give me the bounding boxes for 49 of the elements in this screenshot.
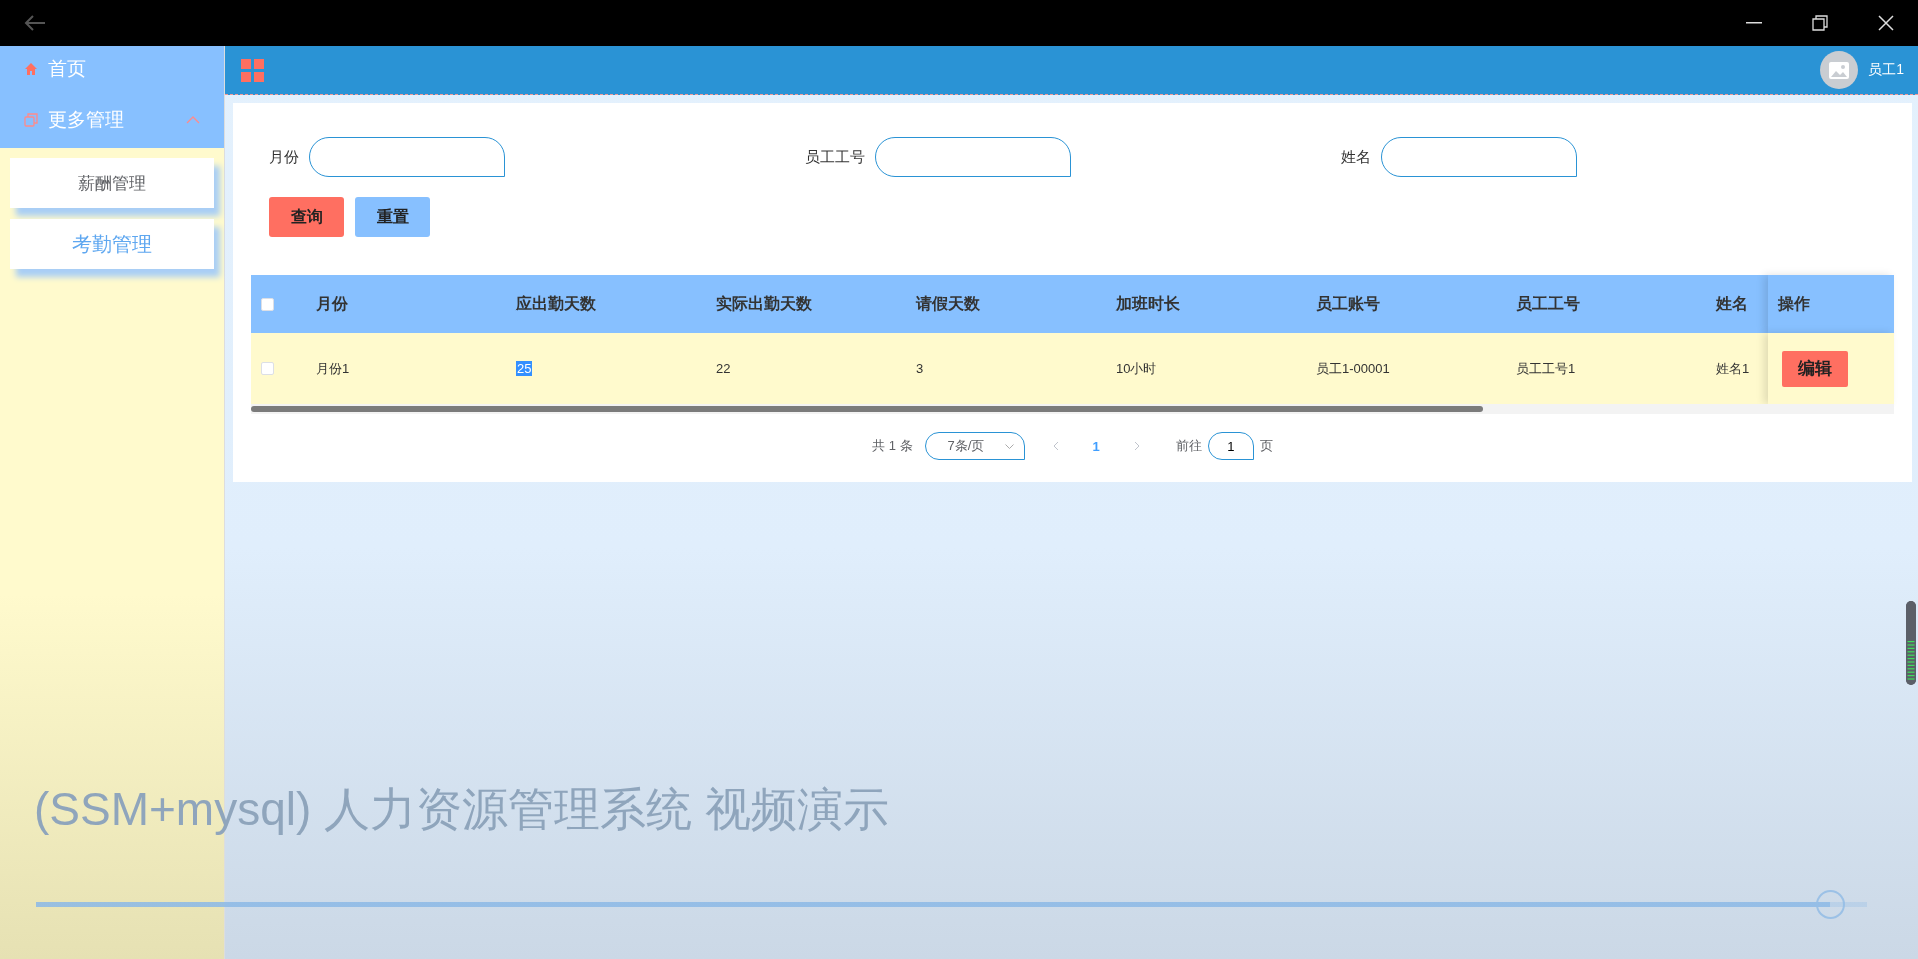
column-header: 请假天数 xyxy=(916,275,1116,333)
home-icon xyxy=(24,62,38,76)
cell-text: 月份1 xyxy=(316,359,350,378)
cell-text: 10小时 xyxy=(1116,359,1157,378)
video-title: (SSM+mysql) 人力资源管理系统 视频演示 xyxy=(34,782,889,837)
page-suffix: 页 xyxy=(1259,437,1273,455)
close-icon[interactable] xyxy=(1878,15,1894,31)
column-header: 加班时长 xyxy=(1116,275,1316,333)
next-page-icon[interactable] xyxy=(1133,441,1140,451)
copy-icon xyxy=(24,113,38,127)
search-field[interactable] xyxy=(309,137,505,177)
minimize-icon[interactable] xyxy=(1746,22,1762,24)
search-button[interactable]: 查询 xyxy=(269,197,344,237)
checkbox[interactable] xyxy=(261,297,274,311)
page-jump-field[interactable]: 1 xyxy=(1207,432,1254,460)
search-field[interactable] xyxy=(1381,137,1577,177)
column-header: 应出勤天数 xyxy=(516,275,716,333)
selected-text: 25 xyxy=(516,361,533,376)
prev-page-icon[interactable] xyxy=(1052,441,1059,451)
cell-text: 22 xyxy=(716,361,731,376)
checkbox[interactable] xyxy=(261,362,274,375)
field-label: 姓名 xyxy=(1341,147,1371,167)
progress-thumb[interactable] xyxy=(1816,890,1846,919)
back-arrow-icon[interactable] xyxy=(24,14,46,32)
field-label: 员工工号 xyxy=(805,147,865,167)
volume-meter-icon xyxy=(1906,601,1916,685)
image-icon xyxy=(1829,61,1850,79)
restore-icon[interactable] xyxy=(1812,15,1828,31)
goto-label: 前往 xyxy=(1175,437,1202,455)
user-name[interactable]: 员工1 xyxy=(1868,61,1904,79)
horizontal-scrollbar[interactable] xyxy=(251,404,1894,414)
column-header: 实际出勤天数 xyxy=(716,275,916,333)
column-header: 操作 xyxy=(1768,275,1894,333)
field-label: 月份 xyxy=(269,147,299,167)
edit-button[interactable]: 编辑 xyxy=(1782,350,1848,387)
submenu-item[interactable]: 薪酬管理 xyxy=(10,158,214,208)
cell-text: 3 xyxy=(916,361,924,376)
column-header: 月份 xyxy=(316,275,516,333)
cell-text: 员工1-00001 xyxy=(1316,359,1390,378)
cell-text: 姓名1 xyxy=(1716,359,1750,378)
column-header: 员工工号 xyxy=(1516,275,1716,333)
reset-button[interactable]: 重置 xyxy=(355,197,430,237)
search-field[interactable] xyxy=(875,137,1071,177)
column-header: 姓名 xyxy=(1716,275,1768,333)
total-count: 共 1 条 xyxy=(872,437,913,455)
chevron-down-icon xyxy=(1004,443,1014,449)
column-header: 员工账号 xyxy=(1316,275,1516,333)
avatar[interactable] xyxy=(1820,51,1859,89)
cell-text: 员工工号1 xyxy=(1516,359,1576,378)
